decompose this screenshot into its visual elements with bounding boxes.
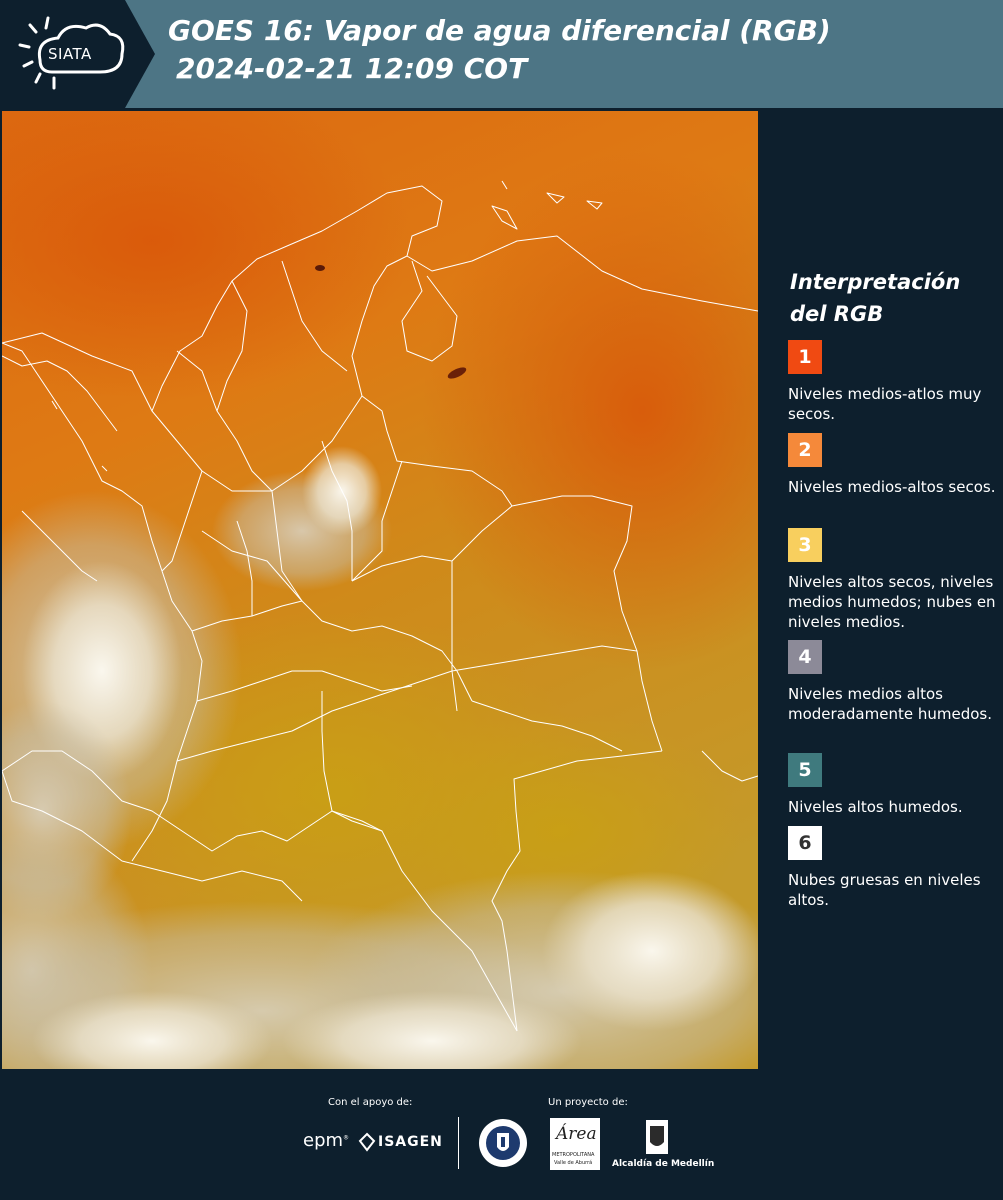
area-logo-text: Área xyxy=(556,1124,597,1144)
siata-logo[interactable]: SIATA xyxy=(0,0,155,108)
area-metropolitana-logo[interactable]: Área METROPOLITANA Valle de Aburrá xyxy=(550,1118,600,1170)
legend-item-1: 1 Niveles medios-atlos muy secos. xyxy=(788,340,998,424)
legend-item-4: 4 Niveles medios altos moderadamente hume… xyxy=(788,640,998,724)
legend-description-3: Niveles altos secos, niveles medios hume… xyxy=(788,573,996,631)
alcaldia-logo-text: Alcaldía de Medellín xyxy=(612,1159,715,1169)
legend-panel: Interpretación del RGB 1 Niveles medios-a… xyxy=(758,108,1003,1070)
medellin-seal-logo[interactable] xyxy=(477,1117,529,1169)
legend-description-1: Niveles medios-atlos muy secos. xyxy=(788,385,982,423)
legend-swatch-3: 3 xyxy=(788,528,822,562)
footer-divider xyxy=(458,1117,459,1169)
legend-description-5: Niveles altos humedos. xyxy=(788,798,963,816)
epm-logo-text: epm xyxy=(303,1130,344,1151)
page-title: GOES 16: Vapor de agua diferencial (RGB)… xyxy=(168,12,831,88)
title-line-1: GOES 16: Vapor de agua diferencial (RGB) xyxy=(168,14,831,47)
footer: Con el apoyo de: Un proyecto de: epm® IS… xyxy=(0,1070,1003,1200)
header-bar: SIATA GOES 16: Vapor de agua diferencial… xyxy=(0,0,1003,108)
area-logo-sub: METROPOLITANA xyxy=(552,1152,595,1158)
legend-item-2: 2 Niveles medios-altos secos. xyxy=(788,433,998,497)
legend-swatch-6: 6 xyxy=(788,826,822,860)
epm-logo[interactable]: epm® xyxy=(303,1130,349,1151)
legend-item-6: 6 Nubes gruesas en niveles altos. xyxy=(788,826,998,910)
satellite-map[interactable] xyxy=(2,111,758,1069)
legend-description-6: Nubes gruesas en niveles altos. xyxy=(788,871,981,909)
alcaldia-medellin-logo[interactable]: Alcaldía de Medellín xyxy=(612,1118,715,1170)
legend-swatch-5: 5 xyxy=(788,753,822,787)
isagen-logo-text: ISAGEN xyxy=(378,1134,443,1150)
project-label: Un proyecto de: xyxy=(548,1097,628,1108)
support-label: Con el apoyo de: xyxy=(328,1097,413,1108)
area-logo-sub2: Valle de Aburrá xyxy=(554,1160,593,1166)
legend-item-5: 5 Niveles altos humedos. xyxy=(788,753,998,817)
legend-swatch-2: 2 xyxy=(788,433,822,467)
siata-logo-text: SIATA xyxy=(48,45,92,63)
legend-title: Interpretación del RGB xyxy=(790,270,961,326)
legend-swatch-1: 1 xyxy=(788,340,822,374)
isagen-mark-icon xyxy=(358,1132,376,1152)
legend-description-4: Niveles medios altos moderadamente humed… xyxy=(788,685,992,723)
legend-swatch-4: 4 xyxy=(788,640,822,674)
title-line-2: 2024-02-21 12:09 COT xyxy=(176,52,528,85)
alcaldia-shield-icon xyxy=(646,1120,668,1154)
legend-item-3: 3 Niveles altos secos, niveles medios hum… xyxy=(788,528,998,632)
legend-description-2: Niveles medios-altos secos. xyxy=(788,478,996,496)
